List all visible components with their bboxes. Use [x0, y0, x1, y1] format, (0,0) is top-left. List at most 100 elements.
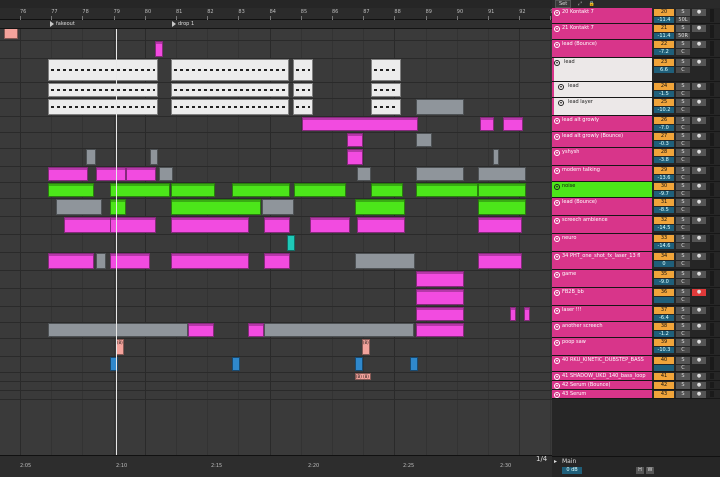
clip[interactable] — [347, 133, 363, 147]
arm-icon[interactable]: ● — [692, 25, 706, 32]
overview-strip[interactable] — [0, 0, 552, 8]
clip[interactable] — [126, 167, 156, 181]
arm-icon[interactable]: ● — [692, 289, 706, 296]
main-volume[interactable]: 0 dB — [562, 467, 582, 474]
track-fold-icon[interactable]: ▾ — [554, 184, 560, 190]
track-row[interactable]: neuro ▾ 33 S ● -14.6 C — [552, 234, 720, 252]
track-name[interactable]: neuro — [552, 234, 652, 251]
track-activator-button[interactable]: 30 — [654, 183, 674, 190]
arm-icon[interactable]: ● — [692, 149, 706, 156]
arrangement-lanes[interactable]: (8) (8) (B) (8) — [0, 29, 552, 455]
track-volume[interactable]: -1.5 — [654, 91, 674, 97]
arm-icon[interactable]: ● — [692, 167, 706, 174]
clip[interactable] — [493, 149, 499, 165]
track-row[interactable]: 41 SHADOW_UKD_140_bass_loop ▾ 41 S ● — [552, 372, 720, 381]
track-fold-icon[interactable]: ▾ — [554, 10, 560, 16]
clip[interactable] — [478, 217, 522, 233]
track-fold-icon[interactable]: ▾ — [554, 254, 560, 260]
track-activator-button[interactable]: 39 — [654, 339, 674, 346]
track-fold-icon[interactable]: ▾ — [554, 392, 560, 398]
track-activator-button[interactable]: 27 — [654, 133, 674, 140]
track-activator-button[interactable]: 26 — [654, 117, 674, 124]
clip[interactable] — [48, 83, 158, 97]
track-volume[interactable]: -14.5 — [654, 225, 674, 231]
solo-button[interactable]: S — [676, 25, 690, 32]
track-pan[interactable]: C — [676, 175, 690, 181]
main-h-button[interactable]: H — [636, 467, 644, 474]
clip[interactable] — [416, 271, 464, 287]
solo-button[interactable]: S — [676, 59, 690, 66]
clip[interactable] — [371, 83, 401, 97]
track-fold-icon[interactable]: ▾ — [554, 324, 560, 330]
track-fold-icon[interactable]: ▾ — [554, 308, 560, 314]
clip[interactable] — [264, 253, 290, 269]
track-fold-icon[interactable]: ▾ — [554, 374, 560, 380]
track-volume[interactable] — [654, 297, 674, 303]
track-name[interactable]: screech ambience — [552, 216, 652, 233]
arm-icon[interactable]: ● — [692, 59, 706, 66]
track-volume[interactable]: -7.0 — [654, 125, 674, 131]
solo-button[interactable]: S — [676, 199, 690, 206]
track-activator-button[interactable]: 24 — [654, 83, 674, 90]
track-row[interactable]: lead (Bounce) ▾ 22 S ● -7.2 C — [552, 40, 720, 58]
track-name[interactable]: 43 Serum — [552, 390, 652, 398]
clip[interactable] — [262, 199, 294, 215]
track-activator-button[interactable]: 29 — [654, 167, 674, 174]
track-activator-button[interactable]: 40 — [654, 357, 674, 364]
arm-icon[interactable]: ● — [692, 391, 706, 398]
track-row[interactable]: 40 RKU_KINETIC_DUBSTEP_BASS ▾ 40 S ● C — [552, 356, 720, 372]
track-volume[interactable]: -9.7 — [654, 191, 674, 197]
arm-icon[interactable]: ● — [692, 41, 706, 48]
clip[interactable] — [416, 307, 464, 321]
clip[interactable] — [355, 253, 415, 269]
track-name[interactable]: lead — [552, 82, 652, 97]
track-volume[interactable]: -10.2 — [654, 107, 674, 113]
clip[interactable] — [171, 59, 289, 81]
track-name[interactable]: lead (Bounce) — [552, 198, 652, 215]
track-pan[interactable]: C — [676, 297, 690, 303]
clip[interactable] — [478, 167, 526, 181]
track-name[interactable]: 41 SHADOW_UKD_140_bass_loop — [552, 372, 652, 380]
clip[interactable] — [510, 307, 516, 321]
solo-button[interactable]: S — [676, 271, 690, 278]
track-name[interactable]: yshysh — [552, 148, 652, 165]
track-activator-button[interactable]: 33 — [654, 235, 674, 242]
track-name[interactable]: 34 PHT_one_shot_fx_laser_13 fl — [552, 252, 652, 269]
clip[interactable] — [416, 289, 464, 305]
solo-button[interactable]: S — [676, 9, 690, 16]
clip[interactable] — [232, 183, 290, 197]
track-fold-icon[interactable]: ▾ — [554, 26, 560, 32]
track-pan[interactable]: C — [676, 261, 690, 267]
time-ruler[interactable]: 2:05 2:10 2:15 2:20 2:25 2:30 — [0, 455, 552, 477]
track-volume[interactable]: 6.6 — [654, 67, 674, 73]
track-activator-button[interactable]: 37 — [654, 307, 674, 314]
track-fold-icon[interactable]: ▾ — [554, 150, 560, 156]
track-name[interactable]: another screech — [552, 322, 652, 337]
track-activator-button[interactable]: 28 — [654, 149, 674, 156]
arm-icon[interactable]: ● — [692, 382, 706, 389]
clip[interactable] — [188, 323, 214, 337]
solo-button[interactable]: S — [676, 307, 690, 314]
clip[interactable] — [264, 217, 290, 233]
solo-button[interactable]: S — [676, 83, 690, 90]
track-pan[interactable]: C — [676, 347, 690, 353]
arm-icon[interactable]: ● — [692, 99, 706, 106]
arm-icon[interactable]: ● — [692, 83, 706, 90]
track-pan[interactable]: C — [676, 207, 690, 213]
solo-button[interactable]: S — [676, 382, 690, 389]
solo-button[interactable]: S — [676, 357, 690, 364]
track-activator-button[interactable]: 31 — [654, 199, 674, 206]
track-volume[interactable] — [654, 365, 674, 371]
track-name[interactable]: lead alt growly (Bounce) — [552, 132, 652, 147]
clip[interactable] — [64, 217, 114, 233]
track-volume[interactable]: -3.8 — [654, 157, 674, 163]
clip[interactable] — [171, 199, 261, 215]
track-fold-icon[interactable]: ▾ — [558, 84, 564, 90]
solo-button[interactable]: S — [676, 253, 690, 260]
track-volume[interactable]: 0 — [654, 261, 674, 267]
track-row[interactable]: modern talking ▾ 29 S ● -13.6 C — [552, 166, 720, 182]
track-pan[interactable]: C — [676, 191, 690, 197]
track-activator-button[interactable]: 32 — [654, 217, 674, 224]
clip[interactable] — [416, 133, 432, 147]
arm-icon[interactable]: ● — [692, 323, 706, 330]
